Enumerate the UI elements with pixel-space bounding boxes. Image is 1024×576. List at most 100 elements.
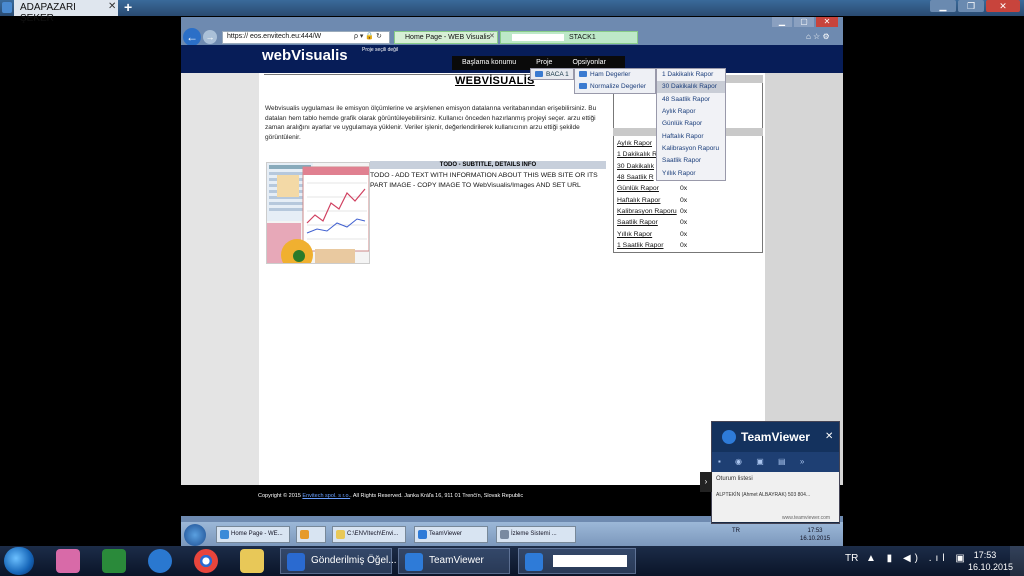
dropdown-item-baca[interactable]: BACA 1 — [546, 71, 569, 78]
dropdown-item-ham[interactable]: Ham Degerler — [579, 71, 630, 78]
close-icon[interactable]: ✕ — [816, 17, 838, 27]
copyright-text: Copyright © 2015 — [258, 493, 301, 499]
address-bar-icons[interactable]: ρ ▾ 🔒 ↻ — [354, 32, 382, 40]
add-tab-icon[interactable]: + — [124, 0, 132, 15]
expand-arrow-icon[interactable]: › — [700, 472, 712, 492]
browser-window-controls: ▁ ▢ ✕ — [772, 17, 842, 29]
redacted-region — [553, 555, 627, 567]
clock[interactable]: 17:53 16.10.2015 — [968, 549, 1013, 573]
ie-icon[interactable] — [148, 549, 172, 573]
report-link[interactable]: 1 Dakikalık R — [617, 151, 657, 158]
folder-icon[interactable] — [240, 549, 264, 573]
clock-time: 17:53 — [973, 550, 997, 560]
forward-icon[interactable]: → — [203, 30, 217, 44]
remote-lang[interactable]: TR — [732, 528, 740, 534]
report-link[interactable]: Günlük Rapor — [617, 185, 659, 192]
task-label: Home Page - WE... — [231, 531, 283, 537]
report-link[interactable]: Saatlik Rapor — [617, 219, 658, 226]
project-note: Proje seçili değil — [362, 47, 399, 53]
report-link[interactable]: Haftalık Rapor — [617, 197, 660, 204]
remote-tab[interactable]: ADAPAZARI ŞEKER — [14, 0, 118, 24]
report-row: Saatlik Rapor 0x — [617, 219, 757, 230]
folder-icon — [579, 83, 587, 90]
remote-task-media[interactable] — [296, 526, 326, 543]
report-value: 0x — [680, 231, 688, 238]
window-controls: ▁ ❐ ✕ — [930, 0, 1024, 14]
company-link[interactable]: Envitech spol. s r.o. — [302, 493, 350, 499]
report-value: 0x — [680, 208, 688, 215]
baca-dropdown: Ham Degerler Normalize Degerler — [574, 68, 656, 94]
close-icon[interactable]: ✕ — [825, 431, 833, 442]
close-icon[interactable]: ✕ — [489, 32, 495, 40]
left-gutter — [181, 73, 259, 485]
media-icon — [300, 530, 309, 539]
preview-image — [266, 162, 370, 264]
teamviewer-icon — [405, 553, 423, 571]
remote-task-ie[interactable]: Home Page - WE... — [216, 526, 290, 543]
report-link[interactable]: 30 Dakikalık — [617, 163, 654, 170]
submenu-item[interactable]: Günlük Rapor — [657, 118, 725, 130]
todo-heading: TODO - SUBTITLE, DETAILS INFO — [370, 161, 606, 169]
remote-task-izleme[interactable]: İzleme Sistemi ... — [496, 526, 576, 543]
report-link[interactable]: 48 Saatlik R — [617, 174, 654, 181]
redacted-region — [512, 34, 564, 41]
show-desktop-button[interactable] — [1010, 546, 1024, 576]
maximize-icon[interactable]: ▢ — [794, 17, 814, 27]
teamviewer-link[interactable]: www.teamviewer.com — [782, 515, 830, 521]
site-logo[interactable]: webVisualis — [262, 47, 348, 64]
submenu-item-selected[interactable]: 30 Dakikalık Rapor — [657, 81, 725, 94]
remote-start-button[interactable] — [184, 524, 206, 546]
teamviewer-toolbar[interactable]: ▪ ◉ ▣ ▤ » — [712, 452, 839, 472]
report-row: Kalibrasyon Raporu 0x — [617, 208, 757, 219]
minimize-icon[interactable]: ▁ — [930, 0, 956, 12]
dropdown-item-normalize[interactable]: Normalize Degerler — [579, 83, 646, 90]
start-button[interactable] — [4, 547, 34, 575]
submenu-item[interactable]: 48 Saatlik Rapor — [657, 94, 725, 106]
submenu-item[interactable]: Saatlik Rapor — [657, 155, 725, 167]
language-indicator[interactable]: TR — [845, 553, 858, 564]
chrome-icon[interactable] — [194, 549, 218, 573]
submenu-item[interactable]: Yıllık Rapor — [657, 168, 725, 180]
remote-task-explorer[interactable]: C:\ENVItech\Envi... — [332, 526, 406, 543]
folder-icon — [535, 71, 543, 78]
session-list-label[interactable]: Oturum listesi — [716, 476, 753, 482]
submenu-item[interactable]: Haftalık Rapor — [657, 131, 725, 143]
minimize-icon[interactable]: ▁ — [772, 17, 792, 27]
remote-tab-bar — [0, 0, 1024, 16]
task-outlook[interactable]: Gönderilmiş Öğel... — [280, 548, 397, 574]
submenu-item[interactable]: 1 Dakikalık Rapor — [657, 69, 725, 81]
submenu-item[interactable]: Kalibrasyon Raporu — [657, 143, 725, 155]
report-row: 1 Saatlik Rapor 0x — [617, 242, 757, 253]
home-star-gear-icons[interactable]: ⌂ ☆ ⚙ — [806, 32, 830, 41]
tab-home-page[interactable]: Home Page - WEB Visualis — [394, 31, 498, 44]
report-link[interactable]: Aylık Rapor — [617, 140, 652, 147]
system-tray-icons[interactable]: ▲ ▮ ◀) .ıl ▣ — [866, 553, 969, 564]
proje-dropdown[interactable]: BACA 1 — [530, 68, 574, 80]
report-value: 0x — [680, 197, 688, 204]
close-window-icon[interactable]: ✕ — [986, 0, 1020, 12]
report-value: 0x — [680, 185, 688, 192]
address-text: . All Rights Reserved. Janka Kráľa 16, 9… — [350, 493, 524, 499]
remote-clock: 17:53 16.10.2015 — [800, 527, 830, 543]
app-green-icon[interactable] — [102, 549, 126, 573]
submenu-item[interactable]: Aylık Rapor — [657, 106, 725, 118]
report-link[interactable]: Kalibrasyon Raporu — [617, 208, 677, 215]
restore-icon[interactable]: ❐ — [958, 0, 984, 12]
report-link[interactable]: 1 Saatlik Rapor — [617, 242, 663, 249]
report-link[interactable]: Yıllık Rapor — [617, 231, 652, 238]
preview-graphic — [267, 163, 369, 263]
dropdown-item-label: Normalize Degerler — [590, 83, 646, 90]
folder-icon — [579, 71, 587, 78]
task-teamviewer[interactable]: TeamViewer — [398, 548, 510, 574]
remote-time: 17:53 — [807, 528, 823, 534]
page-title: WEBVİSUALİS — [455, 75, 535, 87]
close-icon[interactable]: ✕ — [108, 1, 116, 12]
task-label: İzleme Sistemi ... — [511, 531, 557, 537]
remote-task-teamviewer[interactable]: TeamViewer — [414, 526, 488, 543]
menu-item-home[interactable]: Başlama konumu — [452, 56, 526, 70]
eraser-app-icon[interactable] — [56, 549, 80, 573]
back-icon[interactable]: ← — [183, 28, 201, 46]
footer-text: Copyright © 2015 Envitech spol. s r.o.. … — [258, 493, 523, 499]
session-user[interactable]: ALPTEKİN (Ahmet ALBAYRAK) 503 804... — [716, 492, 810, 498]
remote-tab-label: ADAPAZARI ŞEKER — [20, 2, 76, 24]
